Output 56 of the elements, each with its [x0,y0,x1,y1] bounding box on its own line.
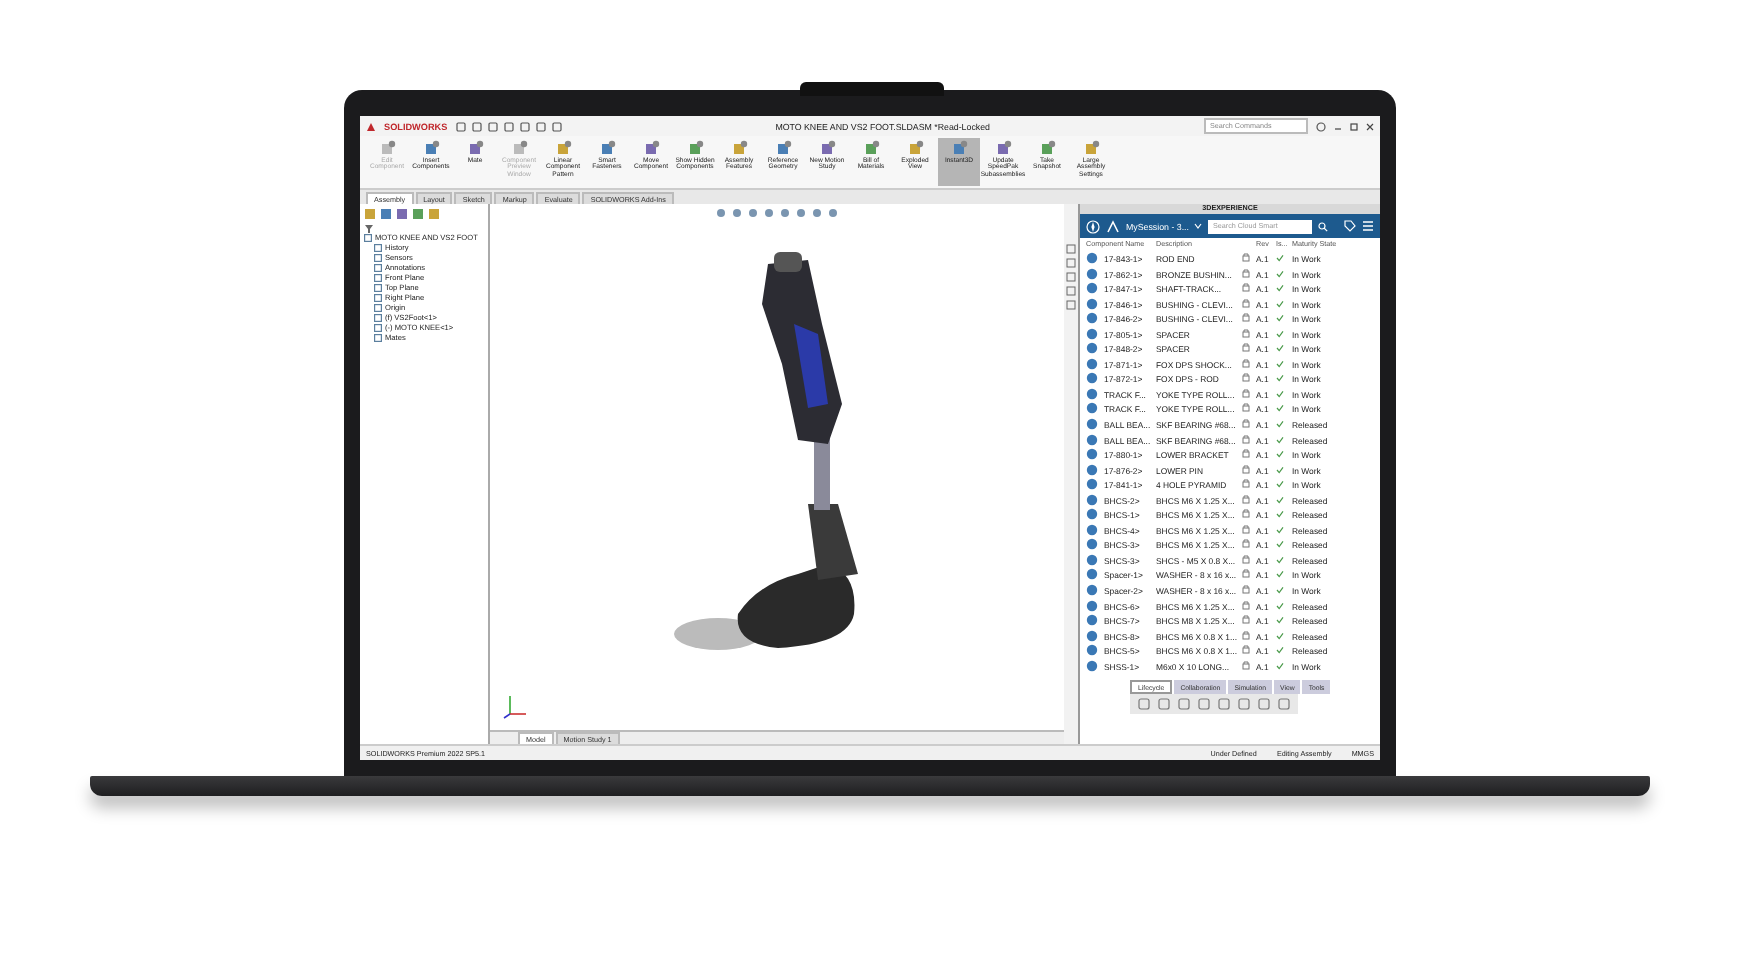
lock-icon [1242,523,1250,534]
lock-icon [1242,267,1250,278]
tool-icon [731,140,747,156]
lock-icon [1242,312,1250,323]
3d-logo-icon [1106,219,1120,233]
chevron-icon[interactable] [1194,222,1203,230]
lock-icon [1242,463,1250,474]
lock-icon [1242,342,1250,353]
menu-icon[interactable] [1362,220,1374,232]
lock-icon [1242,372,1250,383]
lock-icon [1242,448,1250,459]
tag-icon[interactable] [1344,220,1356,232]
lock-icon [1242,252,1250,262]
tool-icon [951,140,967,156]
help-icon[interactable] [1316,121,1326,131]
tool-icon [1083,140,1099,156]
lock-icon [1242,357,1250,368]
lock-icon [1242,553,1250,564]
lock-icon [1242,599,1250,610]
lock-icon [1242,402,1250,413]
lock-icon [1242,629,1250,640]
tool-icon [511,140,527,156]
tool-icon [907,140,923,156]
tool-icon [379,140,395,156]
lock-icon [1242,584,1250,595]
close-icon[interactable] [1366,121,1374,131]
lock-icon [1242,508,1250,519]
lock-icon [1242,659,1250,670]
lock-icon [1242,644,1250,655]
lock-icon [1242,297,1250,308]
lock-icon [1242,282,1250,293]
tool-icon [819,140,835,156]
tool-icon [467,140,483,156]
lock-icon [1242,433,1250,444]
lock-icon [1242,568,1250,579]
ds-logo-icon [366,121,376,131]
lock-icon [1242,538,1250,549]
tool-icon [687,140,703,156]
lock-icon [1242,478,1250,489]
tool-icon [1039,140,1055,156]
lock-icon [1242,327,1250,338]
tool-icon [863,140,879,156]
tool-icon [599,140,615,156]
lock-icon [1242,418,1250,429]
axis-triad-icon [502,692,530,720]
tool-icon [643,140,659,156]
maximize-icon[interactable] [1350,121,1358,131]
lock-icon [1242,493,1250,504]
tool-icon [995,140,1011,156]
lock-icon [1242,614,1250,625]
filter-icon[interactable] [364,224,374,234]
tool-icon [555,140,571,156]
compass-icon[interactable] [1086,219,1100,233]
lock-icon [1242,387,1250,398]
tool-icon [775,140,791,156]
tool-icon [423,140,439,156]
